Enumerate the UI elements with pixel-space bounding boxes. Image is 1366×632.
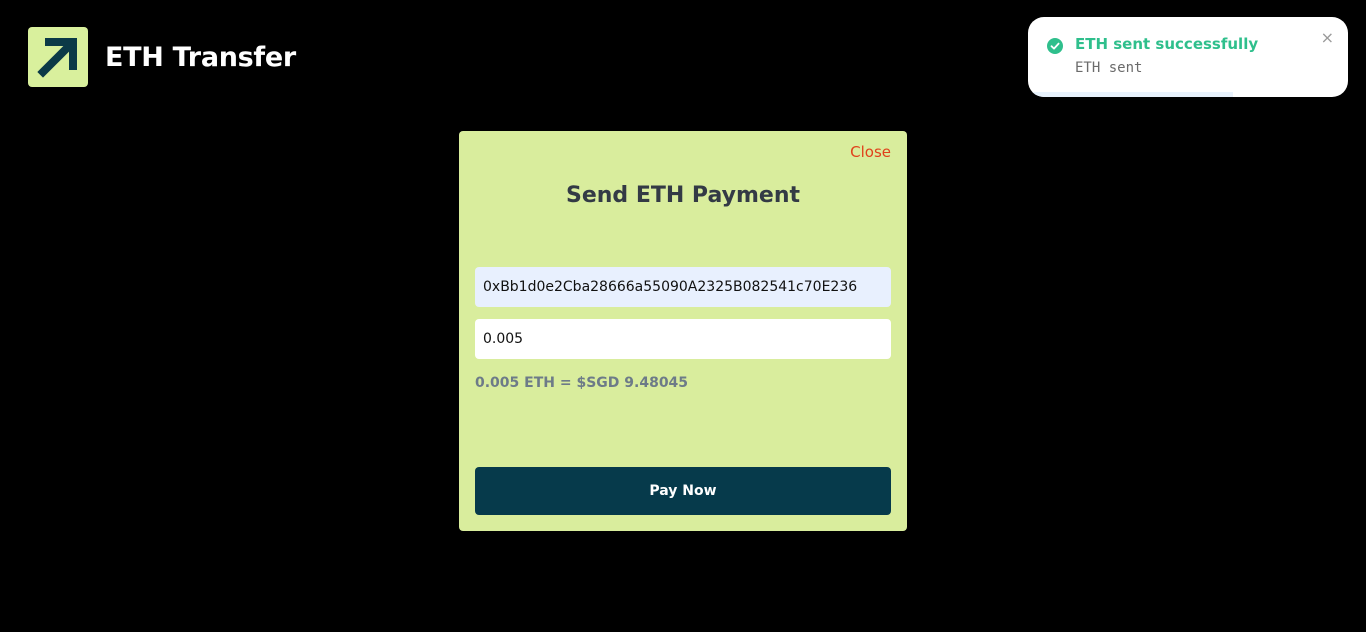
pay-now-button[interactable]: Pay Now bbox=[475, 467, 891, 515]
toast-progress-bar bbox=[1028, 92, 1233, 97]
toast-close-icon[interactable]: × bbox=[1321, 28, 1334, 47]
app-logo bbox=[28, 27, 88, 87]
success-toast: ETH sent successfully ETH sent × bbox=[1028, 17, 1348, 97]
toast-message: ETH sent bbox=[1075, 60, 1143, 76]
modal-title: Send ETH Payment bbox=[565, 183, 800, 208]
close-button[interactable]: Close bbox=[850, 143, 891, 161]
send-payment-modal: Close Send ETH Payment 0.005 ETH = $SGD … bbox=[459, 131, 907, 531]
arrow-up-right-icon bbox=[37, 38, 77, 78]
recipient-address-input[interactable] bbox=[475, 267, 891, 307]
amount-input[interactable] bbox=[475, 319, 891, 359]
check-circle-icon bbox=[1047, 38, 1063, 54]
app-title: ETH Transfer bbox=[105, 41, 296, 73]
toast-title: ETH sent successfully bbox=[1075, 35, 1259, 53]
app-header: ETH Transfer bbox=[28, 27, 296, 87]
conversion-text: 0.005 ETH = $SGD 9.48045 bbox=[475, 375, 689, 391]
